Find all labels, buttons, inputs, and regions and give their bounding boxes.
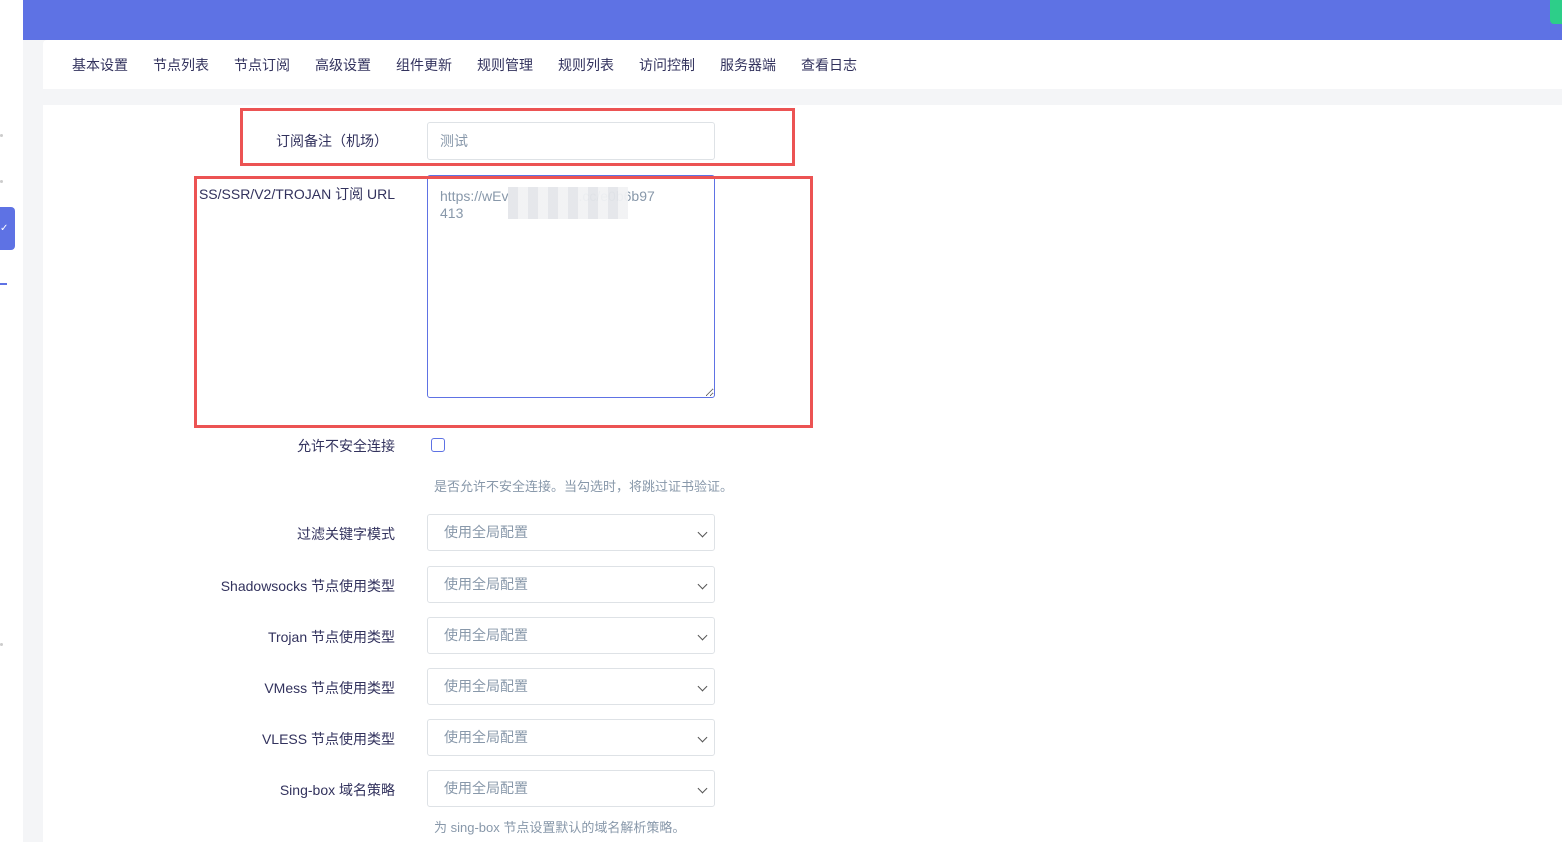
shadowsocks-type-label: Shadowsocks 节点使用类型 [220,578,395,594]
tab-rule-list[interactable]: 规则列表 [558,55,614,75]
chevron-down-icon [697,579,708,590]
trojan-type-select[interactable]: 使用全局配置 [427,617,715,654]
vmess-type-label: VMess 节点使用类型 [264,680,395,696]
sidebar: ✓ [0,0,23,842]
select-value: 使用全局配置 [444,627,528,643]
tab-basic-settings[interactable]: 基本设置 [72,55,128,75]
select-value: 使用全局配置 [444,780,528,796]
highlight-box-remark [240,108,795,166]
chevron-down-icon [697,527,708,538]
sidebar-dot [0,134,3,137]
trojan-type-label: Trojan 节点使用类型 [267,629,395,645]
chevron-down-icon [697,732,708,743]
tab-node-list[interactable]: 节点列表 [153,55,209,75]
tab-server[interactable]: 服务器端 [720,55,776,75]
vless-type-label: VLESS 节点使用类型 [261,731,395,747]
status-indicator [1550,0,1562,24]
sidebar-dot [0,643,3,646]
select-value: 使用全局配置 [444,678,528,694]
select-value: 使用全局配置 [444,524,528,540]
insecure-help-text: 是否允许不安全连接。当勾选时，将跳过证书验证。 [434,479,734,494]
singbox-domain-label: Sing-box 域名策略 [279,782,395,798]
select-value: 使用全局配置 [444,576,528,592]
tab-access-control[interactable]: 访问控制 [639,55,695,75]
sidebar-indicator [0,283,7,285]
sidebar-active-item[interactable]: ✓ [0,207,15,250]
tab-rule-management[interactable]: 规则管理 [477,55,533,75]
tab-component-update[interactable]: 组件更新 [396,55,452,75]
chevron-down-icon [697,681,708,692]
vless-type-select[interactable]: 使用全局配置 [427,719,715,756]
singbox-help-text: 为 sing-box 节点设置默认的域名解析策略。 [434,820,686,835]
filter-mode-select[interactable]: 使用全局配置 [427,514,715,551]
tab-node-subscribe[interactable]: 节点订阅 [234,55,290,75]
shadowsocks-type-select[interactable]: 使用全局配置 [427,566,715,603]
tab-bar: 基本设置 节点列表 节点订阅 高级设置 组件更新 规则管理 规则列表 访问控制 … [43,40,1562,89]
filter-mode-label: 过滤关键字模式 [297,526,395,542]
vmess-type-select[interactable]: 使用全局配置 [427,668,715,705]
top-header-bar [23,0,1562,40]
highlight-box-url [194,176,813,428]
chevron-down-icon [697,783,708,794]
sidebar-dot [0,180,3,183]
insecure-checkbox[interactable] [431,438,445,452]
chevron-down-icon [697,630,708,641]
singbox-domain-select[interactable]: 使用全局配置 [427,770,715,807]
tab-view-logs[interactable]: 查看日志 [801,55,857,75]
insecure-label: 允许不安全连接 [297,438,395,454]
tab-advanced-settings[interactable]: 高级设置 [315,55,371,75]
select-value: 使用全局配置 [444,729,528,745]
